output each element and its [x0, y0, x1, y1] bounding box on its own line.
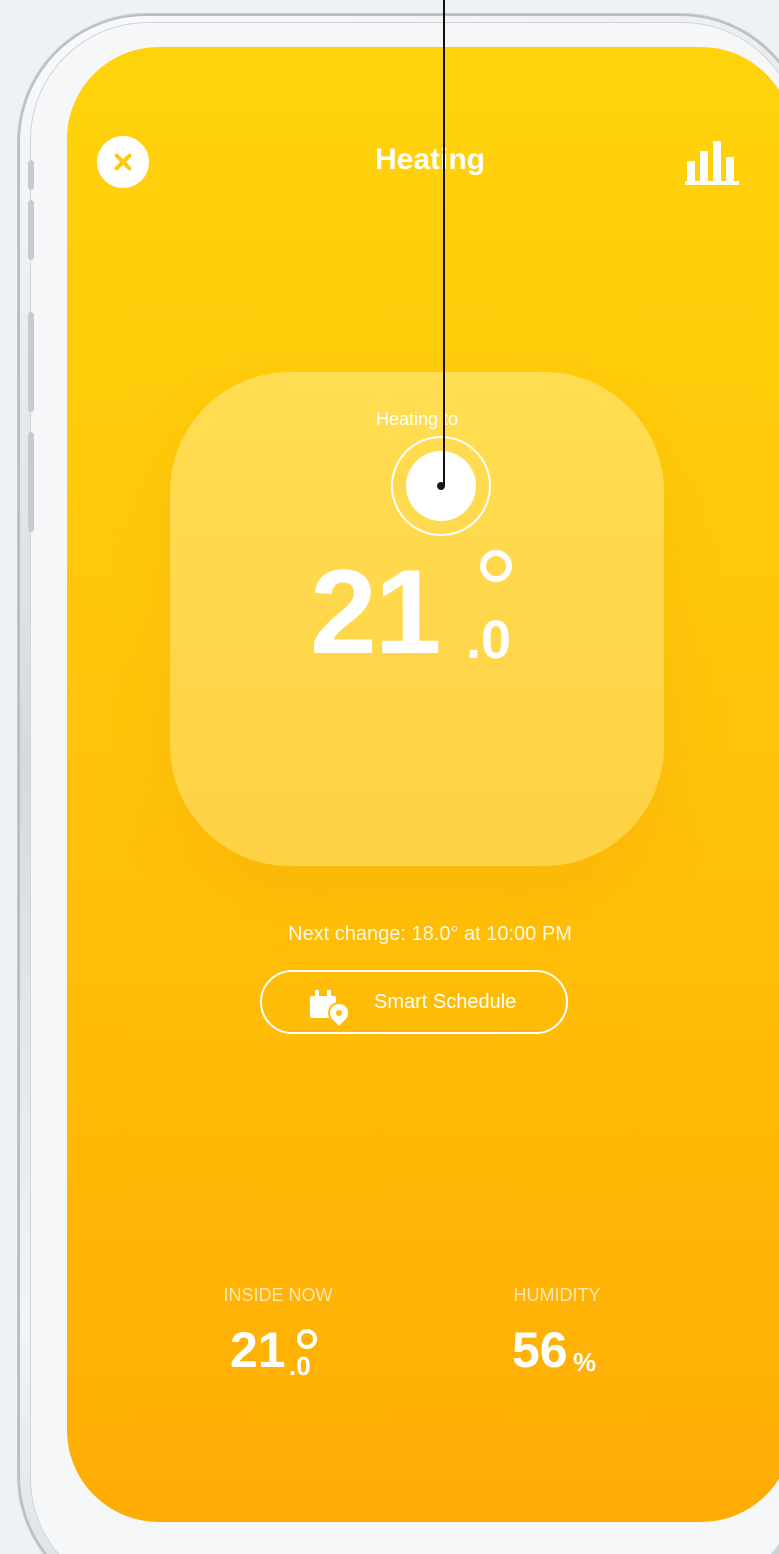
target-temperature-value: 21 — [310, 545, 441, 679]
bar-chart-icon[interactable] — [685, 137, 739, 185]
app-screen: Heating Heating to 21 .0 Next change: 18… — [67, 47, 779, 1522]
chart-bar — [726, 157, 734, 181]
annotation-pointer-line — [443, 0, 445, 486]
inside-temperature-decimal: .0 — [289, 1351, 311, 1381]
smart-schedule-label: Smart Schedule — [374, 991, 517, 1013]
chart-bar — [687, 161, 695, 181]
chart-base — [685, 181, 739, 185]
side-button — [28, 432, 34, 532]
humidity-label: HUMIDITY — [513, 1285, 601, 1305]
humidity-unit: % — [573, 1347, 597, 1377]
mute-switch — [28, 160, 34, 190]
chart-bar — [700, 151, 708, 181]
chart-bar — [713, 141, 721, 181]
humidity-value: 56 — [512, 1322, 568, 1378]
location-pin-dot — [336, 1010, 342, 1016]
page-title: Heating — [374, 143, 485, 176]
target-temperature-decimal: .0 — [466, 610, 512, 670]
inside-temperature-value: 21 — [230, 1322, 286, 1378]
inside-now-label: INSIDE NOW — [223, 1285, 333, 1305]
degree-icon — [297, 1329, 317, 1349]
volume-up-button — [28, 200, 34, 260]
next-change-text: Next change: 18.0° at 10:00 PM — [288, 923, 572, 945]
heating-to-label: Heating to — [375, 409, 459, 429]
volume-down-button — [28, 312, 34, 412]
page: Heating Heating to 21 .0 Next change: 18… — [0, 0, 779, 1554]
target-temperature-card[interactable]: Heating to 21 .0 — [170, 372, 664, 866]
calendar-location-icon — [310, 990, 355, 1029]
degree-icon — [480, 550, 512, 582]
smart-schedule-button[interactable]: Smart Schedule — [260, 970, 568, 1034]
